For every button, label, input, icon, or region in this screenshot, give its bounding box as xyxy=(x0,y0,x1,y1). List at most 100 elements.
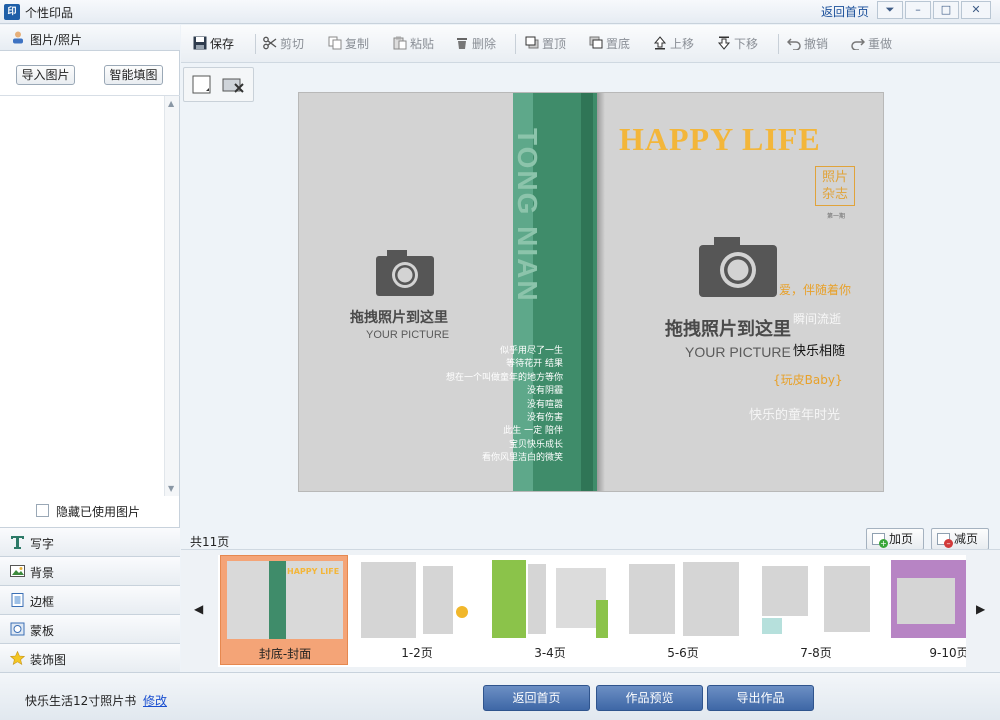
dropdown-menu-button[interactable]: ⏷ xyxy=(877,1,903,19)
delete-frame-icon[interactable] xyxy=(222,76,246,96)
save-icon xyxy=(193,36,207,50)
spine-title: TONG NIAN xyxy=(512,128,543,303)
poem-line: 看你风里洁白的微笑 xyxy=(481,453,563,464)
left-panel: 图片/照片 导入图片 智能填图 ▲ ▼ 隐藏已使用图片 写字 背景 边框 蒙板 … xyxy=(0,25,180,672)
remove-page-button[interactable]: – 减页 xyxy=(931,528,989,550)
stamp-line: 杂志 xyxy=(821,187,848,202)
star-icon xyxy=(10,651,25,665)
move-up-button[interactable]: 上移 xyxy=(653,35,694,53)
edit-project-link[interactable]: 修改 xyxy=(143,692,167,709)
move-down-button[interactable]: 下移 xyxy=(717,35,758,53)
thumbnail-image xyxy=(359,560,475,638)
delete-button[interactable]: 删除 xyxy=(455,35,496,53)
prev-pages-arrow-icon[interactable]: ◀ xyxy=(194,602,203,616)
scissors-icon xyxy=(263,36,277,50)
toolbar-separator xyxy=(255,34,256,54)
save-label: 保存 xyxy=(210,37,235,51)
hide-used-checkbox[interactable] xyxy=(36,504,49,517)
import-photos-button[interactable]: 导入图片 xyxy=(16,65,75,85)
preview-button[interactable]: 作品预览 xyxy=(596,685,703,711)
thumbnail-label: 9-10页 xyxy=(929,646,966,660)
sidebar-item-label: 背景 xyxy=(30,566,55,580)
undo-label: 撤销 xyxy=(804,37,829,51)
thumbnail-label: 封底-封面 xyxy=(258,647,312,661)
background-icon xyxy=(10,565,25,577)
arrow-down-icon xyxy=(717,36,731,50)
thumbnail-page-5-6[interactable]: 5-6页 xyxy=(619,555,747,665)
scroll-down-icon[interactable]: ▼ xyxy=(168,484,174,493)
thumbnail-page-7-8[interactable]: 7-8页 xyxy=(752,555,880,665)
sidebar-item-decoration[interactable]: 装饰图 xyxy=(0,643,180,672)
toolbar-separator xyxy=(515,34,516,54)
poem-line: 等待花开 结果 xyxy=(506,359,563,370)
thumbnail-page-3-4[interactable]: 3-4页 xyxy=(486,555,614,665)
thumbnail-label: 3-4页 xyxy=(534,646,566,660)
right-placeholder-subtitle: YOUR PICTURE xyxy=(685,344,791,360)
poem-line: 宝贝快乐成长 xyxy=(508,439,563,450)
sidebar-item-label: 写字 xyxy=(30,537,55,551)
bottom-bar: 快乐生活12寸照片书 修改 返回首页 作品预览 导出作品 xyxy=(0,672,1000,720)
add-page-icon: + xyxy=(872,533,888,548)
photo-list-scrollbar[interactable]: ▲ ▼ xyxy=(164,96,179,496)
return-home-link[interactable]: 返回首页 xyxy=(821,3,869,20)
baby-text: {玩皮Baby} xyxy=(773,373,843,387)
hide-used-label: 隐藏已使用图片 xyxy=(56,505,141,519)
childhood-text: 快乐的童年时光 xyxy=(749,408,841,423)
page-fold xyxy=(597,93,605,491)
maximize-button[interactable]: □ xyxy=(933,1,959,19)
select-frame-icon[interactable] xyxy=(192,75,212,95)
thumbnail-image xyxy=(758,560,874,638)
mask-icon xyxy=(10,622,25,636)
thumbnail-list: HAPPY LIFE 封底-封面 1-2页 3-4页 5-6页 7-8页 9-1… xyxy=(218,555,966,667)
paste-button[interactable]: 粘贴 xyxy=(393,35,434,53)
scroll-up-icon[interactable]: ▲ xyxy=(168,99,174,108)
page-thumbnail-strip: ◀ HAPPY LIFE 封底-封面 1-2页 3-4页 5-6页 7-8页 9… xyxy=(181,549,1000,671)
divider xyxy=(0,95,180,96)
arrow-up-icon xyxy=(653,36,667,50)
export-button[interactable]: 导出作品 xyxy=(707,685,814,711)
minimize-button[interactable]: – xyxy=(905,1,931,19)
cut-button[interactable]: 剪切 xyxy=(263,35,304,53)
bring-to-front-button[interactable]: 置顶 xyxy=(525,35,566,53)
app-logo-icon: 印 xyxy=(4,4,20,20)
thumbnail-image xyxy=(891,560,966,638)
project-name: 快乐生活12寸照片书 xyxy=(25,694,137,708)
close-button[interactable]: ✕ xyxy=(961,1,991,19)
sidebar-item-label: 边框 xyxy=(30,595,55,609)
sidebar-item-frame[interactable]: 边框 xyxy=(0,585,180,614)
copy-button[interactable]: 复制 xyxy=(328,35,369,53)
next-pages-arrow-icon[interactable]: ▶ xyxy=(976,602,985,616)
left-camera-icon xyxy=(376,250,434,296)
window-title: 个性印品 xyxy=(25,6,74,20)
toolbar: 保存 剪切 复制 粘贴 删除 置顶 置底 上移 下移 撤销 重做 xyxy=(181,25,1000,63)
thumbnail-image xyxy=(492,560,608,638)
page-canvas[interactable]: TONG NIAN 拖拽照片到这里 YOUR PICTURE 似乎用尽了一生 等… xyxy=(298,92,884,492)
thumbnail-label: 1-2页 xyxy=(401,646,433,660)
trash-icon xyxy=(457,38,467,49)
redo-label: 重做 xyxy=(868,37,893,51)
paste-label: 粘贴 xyxy=(410,37,435,51)
return-home-button[interactable]: 返回首页 xyxy=(483,685,590,711)
add-page-button[interactable]: + 加页 xyxy=(866,528,924,550)
photos-panel-title: 图片/照片 xyxy=(30,33,83,47)
undo-icon xyxy=(787,38,801,50)
thumbnail-page-1-2[interactable]: 1-2页 xyxy=(353,555,481,665)
sidebar-item-mask[interactable]: 蒙板 xyxy=(0,614,180,643)
stamp-line: 照片 xyxy=(821,170,848,185)
poem-text: 似乎用尽了一生 等待花开 结果 想在一个叫做童年的地方等你 没有阴霾 没有喧嚣 … xyxy=(446,345,563,466)
undo-button[interactable]: 撤销 xyxy=(787,35,828,53)
photos-panel-header[interactable]: 图片/照片 xyxy=(0,25,180,51)
poem-line: 没有阴霾 xyxy=(526,386,563,397)
issue-label: 第一期 xyxy=(827,213,846,220)
redo-button[interactable]: 重做 xyxy=(851,35,892,53)
smart-fill-button[interactable]: 智能填图 xyxy=(104,65,163,85)
send-to-back-button[interactable]: 置底 xyxy=(589,35,630,53)
save-button[interactable]: 保存 xyxy=(193,35,234,53)
thumbnail-cover[interactable]: HAPPY LIFE 封底-封面 xyxy=(220,555,348,665)
sidebar-item-background[interactable]: 背景 xyxy=(0,556,180,585)
spine-shadow xyxy=(581,93,593,491)
bring-to-front-icon xyxy=(525,36,539,49)
send-to-back-label: 置底 xyxy=(606,37,631,51)
sidebar-item-text[interactable]: 写字 xyxy=(0,527,180,556)
thumbnail-page-9-10[interactable]: 9-10页 xyxy=(885,555,966,665)
